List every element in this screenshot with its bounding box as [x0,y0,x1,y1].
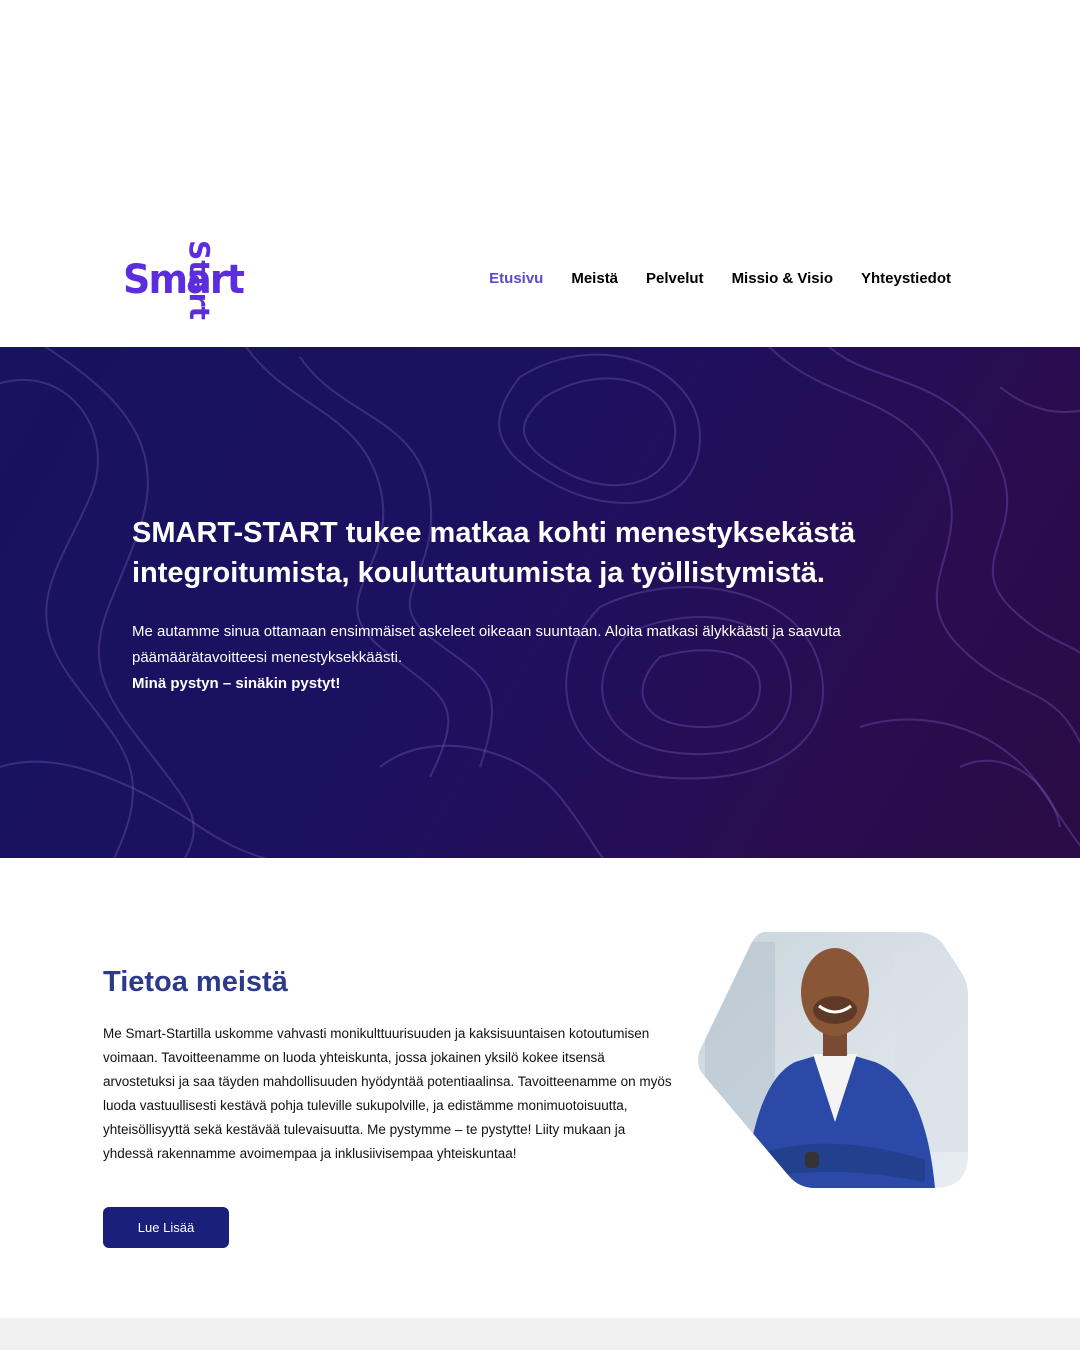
hero-title: SMART-START tukee matkaa kohti menestyks… [132,517,856,589]
smart-start-logo[interactable]: Smart Start [120,238,250,334]
about-text: Me Smart-Startilla uskomme vahvasti moni… [103,1026,672,1161]
nav-item-etusivu[interactable]: Etusivu [489,270,543,287]
site-header: Smart Start Etusivu Meistä Pelvelut Miss… [0,230,1080,347]
hero-banner: SMART-START tukee matkaa kohti menestyks… [0,347,1080,858]
hero-description: Me autamme sinua ottamaan ensimmäiset as… [132,623,841,666]
footer-strip [0,1318,1080,1350]
portrait-image [698,932,968,1188]
hero-slogan: Minä pystyn – sinäkin pystyt! [132,675,341,692]
nav-item-palvelut[interactable]: Pelvelut [646,270,704,287]
read-more-button[interactable]: Lue Lisää [103,1207,229,1248]
main-nav: Etusivu Meistä Pelvelut Missio & Visio Y… [489,270,951,287]
nav-item-yhteystiedot[interactable]: Yhteystiedot [861,270,951,287]
hero-content: SMART-START tukee matkaa kohti menestyks… [132,513,912,697]
nav-item-meista[interactable]: Meistä [571,270,618,287]
nav-item-missio-visio[interactable]: Missio & Visio [732,270,833,287]
svg-text:Start: Start [183,240,216,320]
about-title: Tietoa meistä [103,966,288,998]
